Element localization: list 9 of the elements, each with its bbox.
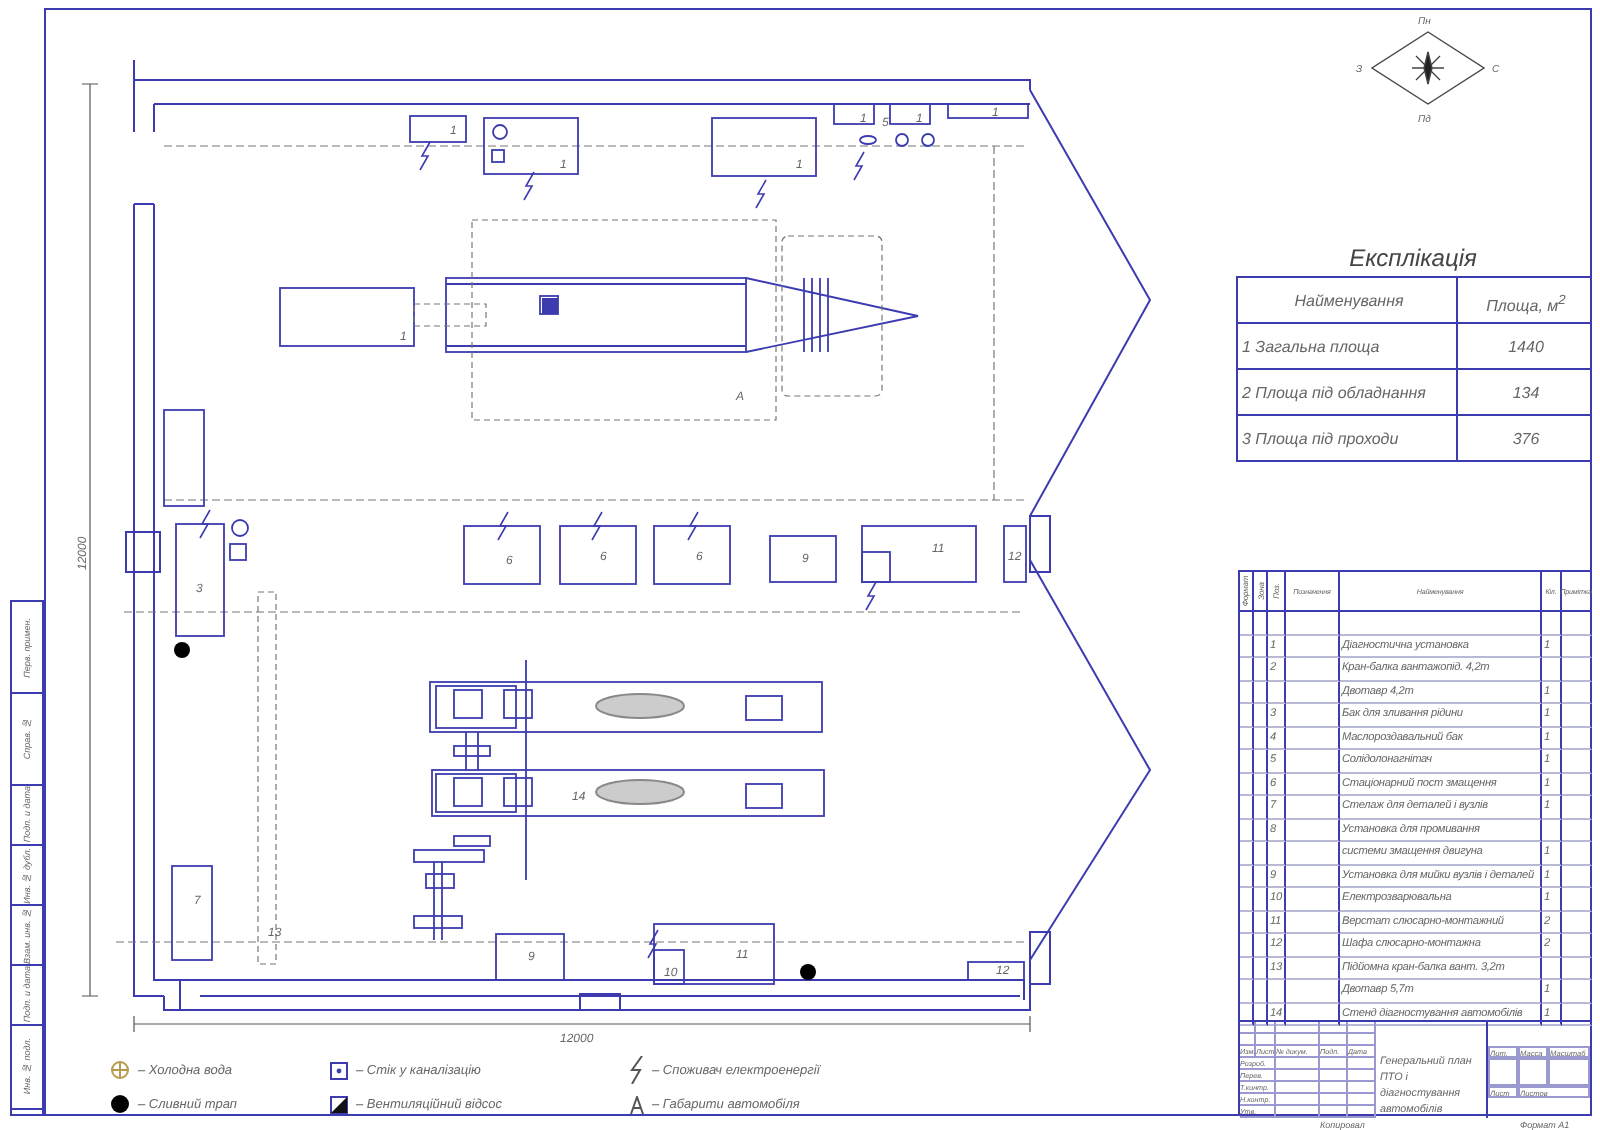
- explication-title: Експлікація: [1347, 242, 1479, 276]
- table-cell: 1440: [1458, 324, 1592, 370]
- table-cell: 376: [1458, 416, 1592, 462]
- table-cell: 2 Площа під обладнання: [1238, 370, 1458, 416]
- table-cell: 1 Загальна площа: [1238, 324, 1458, 370]
- column-header: Площа, м$^{2}$: [1458, 278, 1592, 324]
- table-cell: 3 Площа під проходи: [1238, 416, 1458, 462]
- table-cell: 134: [1458, 370, 1592, 416]
- column-header: Найменування: [1238, 278, 1458, 324]
